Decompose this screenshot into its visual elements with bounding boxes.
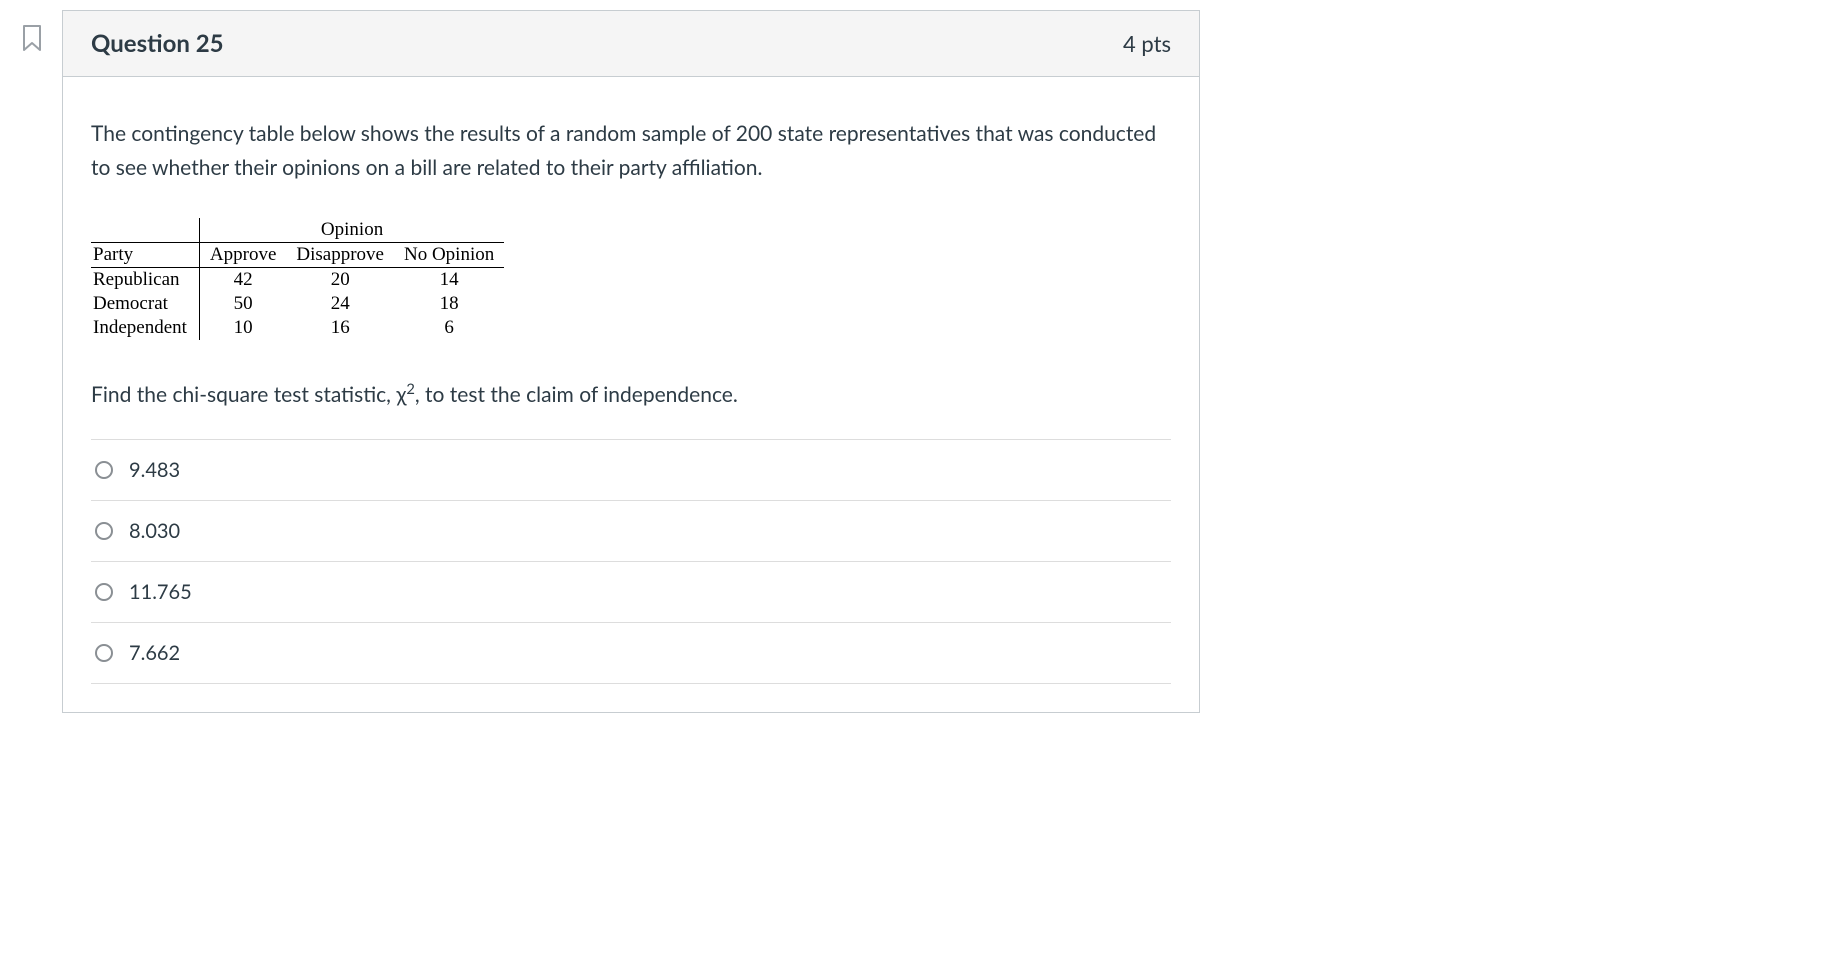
radio-icon bbox=[95, 522, 113, 540]
answer-label: 7.662 bbox=[129, 641, 180, 665]
table-row-label: Republican bbox=[91, 268, 199, 293]
radio-icon bbox=[95, 644, 113, 662]
question-prompt: The contingency table below shows the re… bbox=[91, 117, 1171, 184]
table-row-label: Democrat bbox=[91, 292, 199, 316]
table-row-header: Party bbox=[91, 243, 199, 268]
table-cell: 16 bbox=[286, 316, 394, 340]
radio-icon bbox=[95, 461, 113, 479]
question-title: Question 25 bbox=[91, 29, 224, 58]
table-col-group-header: Opinion bbox=[199, 218, 504, 243]
question-body: The contingency table below shows the re… bbox=[63, 77, 1199, 712]
table-row-label: Independent bbox=[91, 316, 199, 340]
table-cell: 14 bbox=[394, 268, 504, 293]
table-col-header: Disapprove bbox=[286, 243, 394, 268]
answer-option[interactable]: 7.662 bbox=[91, 622, 1171, 684]
answer-option[interactable]: 11.765 bbox=[91, 561, 1171, 622]
table-row: Democrat 50 24 18 bbox=[91, 292, 504, 316]
table-col-header: Approve bbox=[199, 243, 286, 268]
table-row: Republican 42 20 14 bbox=[91, 268, 504, 293]
answer-label: 11.765 bbox=[129, 580, 192, 604]
table-col-header: No Opinion bbox=[394, 243, 504, 268]
radio-icon bbox=[95, 583, 113, 601]
table-cell: 20 bbox=[286, 268, 394, 293]
table-row: Independent 10 16 6 bbox=[91, 316, 504, 340]
answer-option[interactable]: 9.483 bbox=[91, 439, 1171, 500]
table-cell: 10 bbox=[199, 316, 286, 340]
question-container: Question 25 4 pts The contingency table … bbox=[20, 10, 1200, 713]
contingency-table: Opinion Party Approve Disapprove No Opin… bbox=[91, 218, 504, 340]
answer-label: 9.483 bbox=[129, 458, 180, 482]
answer-list: 9.483 8.030 11.765 7.662 bbox=[91, 439, 1171, 684]
bookmark-icon[interactable] bbox=[20, 24, 44, 52]
table-cell: 18 bbox=[394, 292, 504, 316]
table-cell: 6 bbox=[394, 316, 504, 340]
question-header: Question 25 4 pts bbox=[63, 11, 1199, 77]
table-cell: 24 bbox=[286, 292, 394, 316]
table-cell: 42 bbox=[199, 268, 286, 293]
answer-option[interactable]: 8.030 bbox=[91, 500, 1171, 561]
table-cell: 50 bbox=[199, 292, 286, 316]
answer-label: 8.030 bbox=[129, 519, 180, 543]
question-points: 4 pts bbox=[1123, 30, 1171, 57]
question-subprompt: Find the chi-square test statistic, χ2, … bbox=[91, 380, 1171, 407]
question-card: Question 25 4 pts The contingency table … bbox=[62, 10, 1200, 713]
